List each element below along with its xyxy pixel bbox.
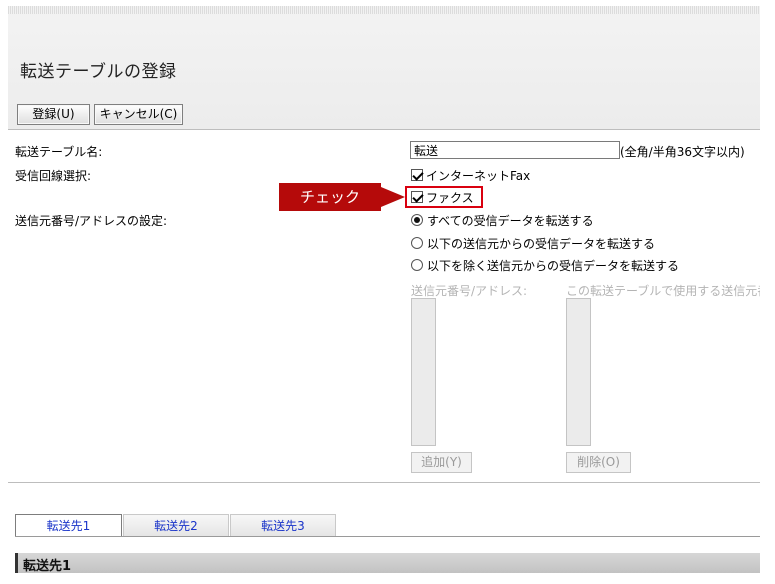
radio-forward-except[interactable]: 以下を除く送信元からの受信データを転送する bbox=[411, 257, 679, 273]
internet-fax-checkbox[interactable]: インターネットFax bbox=[411, 168, 531, 183]
tab-destination-2[interactable]: 転送先2 bbox=[123, 514, 229, 537]
callout-arrow-icon bbox=[381, 187, 405, 207]
section-title: 転送先1 bbox=[23, 559, 72, 574]
table-name-input[interactable] bbox=[410, 141, 620, 159]
radio-unselected-icon bbox=[411, 259, 423, 271]
internet-fax-label: インターネットFax bbox=[426, 168, 531, 183]
address-list-label: 送信元番号/アドレス: bbox=[411, 284, 528, 298]
section-divider bbox=[8, 482, 760, 483]
radio-selected-icon bbox=[411, 214, 423, 226]
page-title: 転送テーブルの登録 bbox=[20, 62, 177, 82]
table-name-label: 転送テーブル名: bbox=[15, 145, 103, 159]
table-list-label: この転送テーブルで使用する送信元番 bbox=[566, 284, 760, 298]
checked-icon bbox=[411, 169, 423, 181]
table-name-hint: (全角/半角36文字以内) bbox=[620, 145, 745, 159]
cancel-button[interactable]: キャンセル(C) bbox=[94, 104, 183, 125]
add-button: 追加(Y) bbox=[411, 452, 472, 473]
table-listbox bbox=[566, 298, 591, 446]
check-callout: チェック bbox=[279, 183, 381, 211]
destination-tabs: 転送先1 転送先2 転送先3 bbox=[15, 514, 337, 537]
radio-forward-all-label: すべての受信データを転送する bbox=[427, 213, 594, 228]
tab-destination-1[interactable]: 転送先1 bbox=[15, 514, 122, 537]
radio-forward-except-label: 以下を除く送信元からの受信データを転送する bbox=[427, 258, 680, 273]
register-button[interactable]: 登録(U) bbox=[17, 104, 90, 125]
radio-forward-listed-label: 以下の送信元からの受信データを転送する bbox=[427, 236, 656, 251]
tab-destination-3[interactable]: 転送先3 bbox=[230, 514, 336, 537]
tab-underline bbox=[15, 536, 760, 537]
section-header: 転送先1 bbox=[15, 553, 760, 574]
radio-unselected-icon bbox=[411, 237, 423, 249]
fax-highlight-frame bbox=[405, 186, 483, 208]
radio-forward-all[interactable]: すべての受信データを転送する bbox=[411, 212, 594, 228]
receive-line-label: 受信回線選択: bbox=[15, 169, 92, 183]
sender-setting-label: 送信元番号/アドレスの設定: bbox=[15, 214, 168, 228]
header-area: 転送テーブルの登録 登録(U) キャンセル(C) bbox=[8, 6, 760, 130]
address-listbox bbox=[411, 298, 436, 446]
radio-forward-listed[interactable]: 以下の送信元からの受信データを転送する bbox=[411, 235, 655, 251]
delete-button: 削除(O) bbox=[566, 452, 631, 473]
